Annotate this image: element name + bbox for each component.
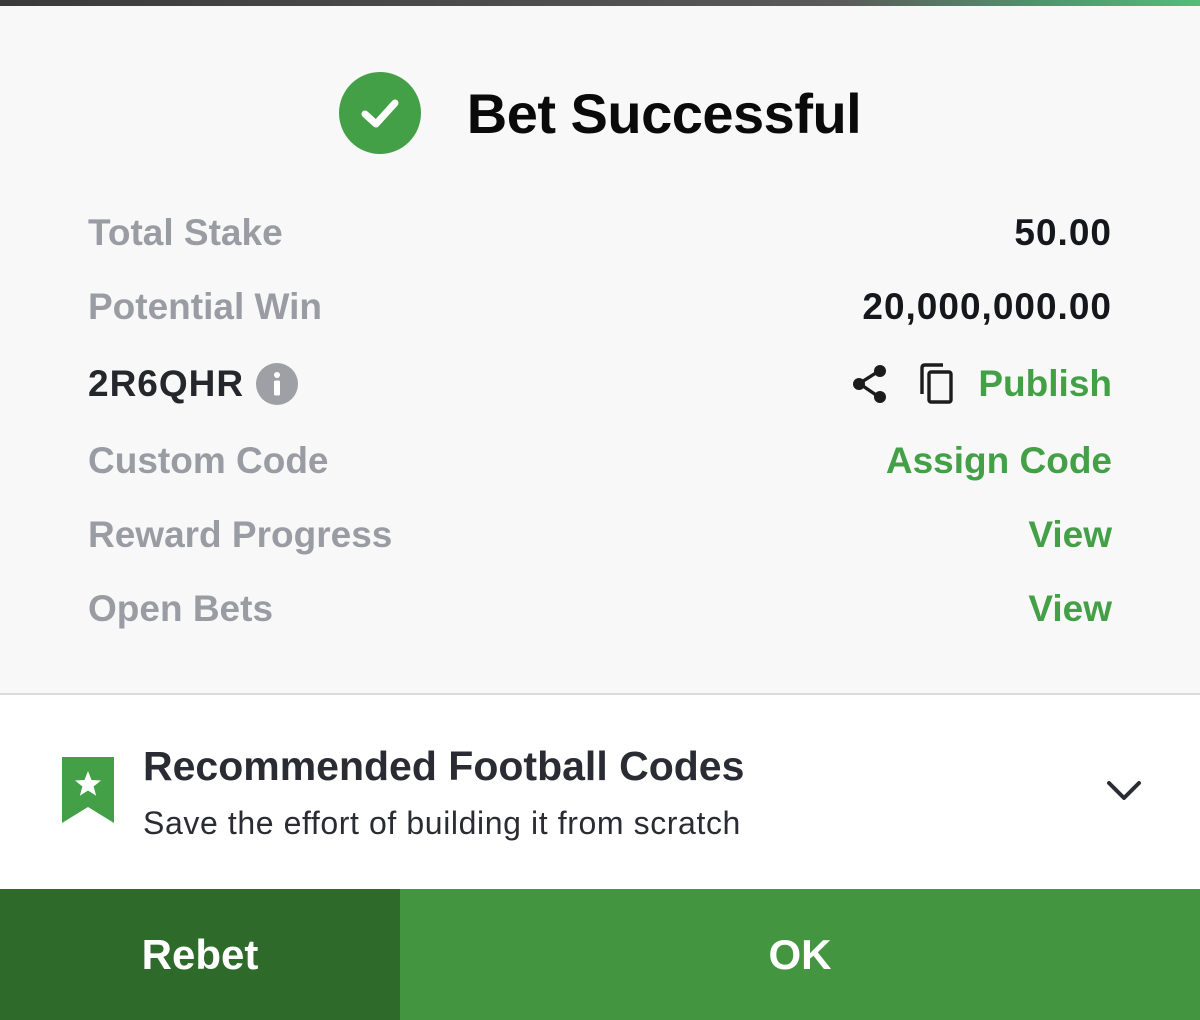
bookmark-star-icon <box>60 755 116 830</box>
booking-code: 2R6QHR <box>88 363 245 404</box>
potential-win-value: 20,000,000.00 <box>862 286 1112 327</box>
reward-progress-label: Reward Progress <box>88 514 393 555</box>
total-stake-label: Total Stake <box>88 212 283 253</box>
bet-summary: Total Stake 50.00 Potential Win 20,000,0… <box>88 196 1112 646</box>
total-stake-row: Total Stake 50.00 <box>88 196 1112 270</box>
assign-code-link[interactable]: Assign Code <box>886 440 1112 482</box>
info-icon[interactable] <box>256 363 299 405</box>
total-stake-value: 50.00 <box>1014 212 1112 253</box>
footer-actions: Rebet OK <box>0 889 1200 1020</box>
open-bets-view-link[interactable]: View <box>1028 588 1112 630</box>
potential-win-label: Potential Win <box>88 286 322 327</box>
booking-code-row: 2R6QHR Publish <box>88 344 1112 424</box>
check-circle-icon <box>338 72 421 154</box>
custom-code-row: Custom Code Assign Code <box>88 424 1112 498</box>
open-bets-label: Open Bets <box>88 588 274 629</box>
bet-success-sheet: Bet Successful Total Stake 50.00 Potenti… <box>0 0 1200 1020</box>
reward-progress-row: Reward Progress View <box>88 498 1112 572</box>
share-icon[interactable] <box>850 363 890 405</box>
background-strip <box>0 0 1200 6</box>
potential-win-row: Potential Win 20,000,000.00 <box>88 270 1112 344</box>
recommended-codes-subtitle: Save the effort of building it from scra… <box>143 805 741 841</box>
open-bets-row: Open Bets View <box>88 572 1112 646</box>
reward-progress-view-link[interactable]: View <box>1028 514 1112 556</box>
recommended-codes-title: Recommended Football Codes <box>143 743 745 789</box>
rebet-button[interactable]: Rebet <box>0 889 400 1020</box>
publish-button[interactable]: Publish <box>978 363 1112 405</box>
page-title: Bet Successful <box>466 81 862 145</box>
recommended-codes-panel[interactable]: Recommended Football Codes Save the effo… <box>0 695 1200 889</box>
booking-code-group: 2R6QHR <box>88 363 299 405</box>
success-header: Bet Successful <box>0 68 1200 158</box>
copy-icon[interactable] <box>916 362 956 406</box>
custom-code-label: Custom Code <box>88 440 329 481</box>
ok-button[interactable]: OK <box>400 889 1200 1020</box>
chevron-down-icon[interactable] <box>1104 771 1144 816</box>
booking-code-actions: Publish <box>850 362 1112 406</box>
